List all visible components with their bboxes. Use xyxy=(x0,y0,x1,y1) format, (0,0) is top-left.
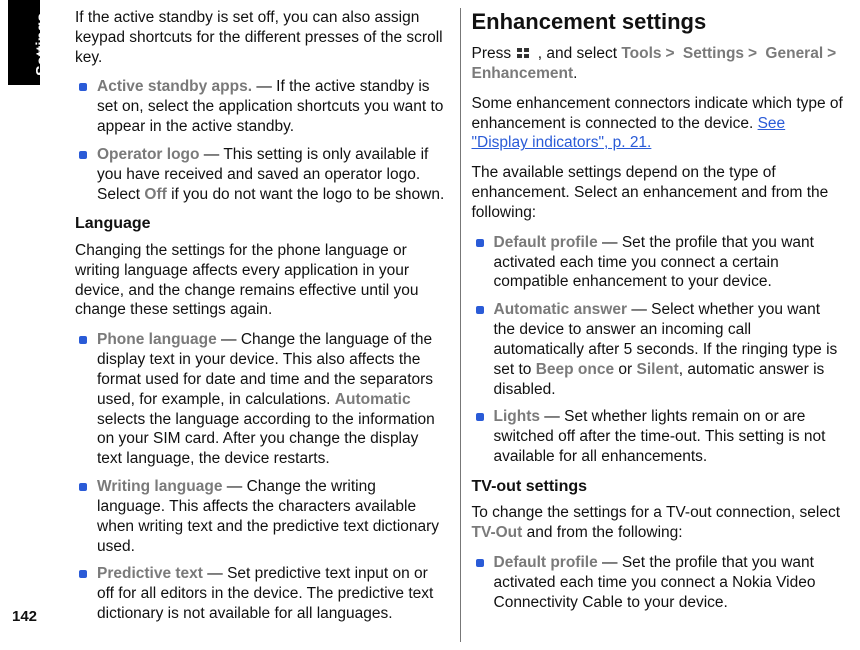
para-press-select: Press , and select Tools> Settings> Gene… xyxy=(472,44,845,84)
text-and-select: , and select xyxy=(538,45,622,62)
side-tab-label: Settings xyxy=(34,13,52,76)
term-tvout-default-profile: Default profile xyxy=(494,554,598,571)
crumb-tools: Tools xyxy=(621,45,661,62)
heading-language: Language xyxy=(75,214,448,234)
item-automatic-answer: Automatic answer — Select whether you wa… xyxy=(472,300,845,399)
text-tvout-2: and from the following: xyxy=(522,524,682,541)
item-phone-language: Phone language — Change the language of … xyxy=(75,330,448,469)
term-writing-language: Writing language xyxy=(97,478,222,495)
text-tvout-1: To change the settings for a TV-out conn… xyxy=(472,504,841,521)
item-lights: Lights — Set whether lights remain on or… xyxy=(472,407,845,466)
para-tvout-intro: To change the settings for a TV-out conn… xyxy=(472,503,845,543)
item-tvout-default-profile: Default profile — Set the profile that y… xyxy=(472,553,845,612)
list-enhancement: Default profile — Set the profile that y… xyxy=(472,233,845,467)
crumb-period: . xyxy=(573,65,577,82)
text-phone-language-2: selects the language according to the in… xyxy=(97,411,435,468)
term-tvout: TV-Out xyxy=(472,524,523,541)
para-language-intro: Changing the settings for the phone lang… xyxy=(75,241,448,320)
term-automatic: Automatic xyxy=(335,391,411,408)
column-divider xyxy=(460,8,461,642)
heading-enhancement-settings: Enhancement settings xyxy=(472,8,845,36)
content-columns: If the active standby is set off, you ca… xyxy=(75,8,844,642)
page-number: 142 xyxy=(12,608,37,625)
crumb-enhancement: Enhancement xyxy=(472,65,574,82)
crumb-sep-3: > xyxy=(823,45,840,62)
term-automatic-answer: Automatic answer xyxy=(494,301,628,318)
text-lights: — Set whether lights remain on or are sw… xyxy=(494,408,826,465)
text-press: Press xyxy=(472,45,516,62)
crumb-general: General xyxy=(765,45,823,62)
column-left: If the active standby is set off, you ca… xyxy=(75,8,448,642)
term-active-standby-apps: Active standby apps. xyxy=(97,78,252,95)
text-connectors: Some enhancement connectors indicate whi… xyxy=(472,95,843,132)
text-operator-logo-2: if you do not want the logo to be shown. xyxy=(167,186,444,203)
term-predictive-text: Predictive text xyxy=(97,565,203,582)
text-or: or xyxy=(614,361,636,378)
page: Settings 142 If the active standby is se… xyxy=(0,0,860,650)
item-default-profile: Default profile — Set the profile that y… xyxy=(472,233,845,292)
crumb-sep-2: > xyxy=(744,45,761,62)
para-connectors: Some enhancement connectors indicate whi… xyxy=(472,94,845,153)
column-right: Enhancement settings Press , and select … xyxy=(472,8,845,642)
item-predictive-text: Predictive text — Set predictive text in… xyxy=(75,564,448,623)
term-silent: Silent xyxy=(637,361,679,378)
list-standby: Active standby apps. — If the active sta… xyxy=(75,77,448,204)
crumb-sep-1: > xyxy=(662,45,679,62)
list-language: Phone language — Change the language of … xyxy=(75,330,448,624)
heading-tvout: TV-out settings xyxy=(472,477,845,497)
term-beep-once: Beep once xyxy=(536,361,614,378)
term-default-profile: Default profile xyxy=(494,234,598,251)
item-operator-logo: Operator logo — This setting is only ava… xyxy=(75,145,448,204)
item-active-standby-apps: Active standby apps. — If the active sta… xyxy=(75,77,448,136)
list-tvout: Default profile — Set the profile that y… xyxy=(472,553,845,612)
term-phone-language: Phone language xyxy=(97,331,217,348)
term-off: Off xyxy=(144,186,166,203)
crumb-settings: Settings xyxy=(683,45,744,62)
item-writing-language: Writing language — Change the writing la… xyxy=(75,477,448,556)
term-lights: Lights xyxy=(494,408,541,425)
term-operator-logo: Operator logo xyxy=(97,146,199,163)
para-scroll-key: If the active standby is set off, you ca… xyxy=(75,8,448,67)
para-available: The available settings depend on the typ… xyxy=(472,163,845,222)
side-tab: Settings xyxy=(8,0,40,85)
menu-key-icon xyxy=(515,46,533,60)
